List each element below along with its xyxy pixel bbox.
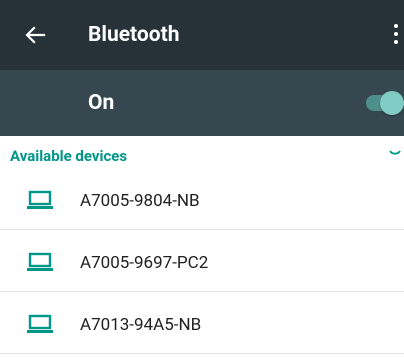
bluetooth-switch-row[interactable]: On [0, 70, 404, 136]
device-list-item[interactable]: A7013-94A5-NB [0, 297, 404, 354]
laptop-icon [27, 252, 53, 271]
more-vert-icon[interactable] [394, 24, 402, 48]
bluetooth-toggle[interactable] [366, 88, 404, 118]
app-bar: Bluetooth [0, 0, 404, 70]
laptop-icon [27, 190, 53, 209]
back-button[interactable] [20, 20, 50, 50]
device-list-item[interactable]: A7005-9804-NB [0, 173, 404, 230]
switch-state-label: On [88, 91, 115, 115]
available-devices-header: Available devices [10, 147, 128, 165]
toggle-thumb [380, 91, 404, 115]
device-name: A7005-9697-PC2 [80, 253, 209, 273]
device-list-item[interactable]: A7005-9697-PC2 [0, 235, 404, 292]
laptop-icon [27, 314, 53, 333]
arrow-back-icon [25, 26, 46, 44]
scanning-spinner-icon [389, 150, 401, 155]
device-name: A7013-94A5-NB [80, 315, 202, 335]
page-title: Bluetooth [88, 23, 180, 47]
device-name: A7005-9804-NB [80, 191, 200, 211]
